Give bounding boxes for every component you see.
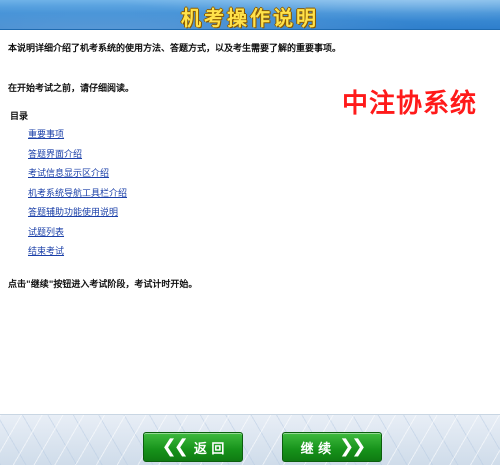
- page-title: 机考操作说明: [181, 6, 319, 30]
- toc-link-answer-interface[interactable]: 答题界面介绍: [28, 147, 127, 167]
- continue-note: 点击"继续"按钮进入考试阶段，考试计时开始。: [8, 280, 198, 290]
- bottom-toolbar: ❮❮ 返 回 继 续 ❯❯: [0, 415, 500, 465]
- intro-paragraph: 本说明详细介绍了机考系统的使用方法、答题方式，以及考生需要了解的重要事项。: [8, 44, 342, 54]
- back-button[interactable]: ❮❮ 返 回: [143, 432, 243, 462]
- toc-list: 重要事项 答题界面介绍 考试信息显示区介绍 机考系统导航工具栏介绍 答题辅助功能…: [28, 127, 127, 264]
- instruction-panel: 本说明详细介绍了机考系统的使用方法、答题方式，以及考生需要了解的重要事项。 在开…: [0, 31, 500, 415]
- read-note: 在开始考试之前，请仔细阅读。: [8, 84, 135, 94]
- toc-title: 目录: [10, 112, 29, 122]
- toc-link-exam-info[interactable]: 考试信息显示区介绍: [28, 166, 127, 186]
- toc-link-end-exam[interactable]: 结束考试: [28, 244, 127, 264]
- continue-button[interactable]: 继 续 ❯❯: [282, 432, 382, 462]
- continue-button-label: 继 续: [300, 441, 332, 457]
- toc-link-aids[interactable]: 答题辅助功能使用说明: [28, 205, 127, 225]
- double-chevron-right-icon: ❯❯: [339, 436, 366, 457]
- double-chevron-left-icon: ❮❮: [161, 436, 189, 457]
- toc-link-important[interactable]: 重要事项: [28, 127, 127, 147]
- title-bar: 机考操作说明: [0, 0, 500, 30]
- toc-link-question-list[interactable]: 试题列表: [28, 225, 127, 245]
- watermark-text: 中注协系统: [342, 89, 478, 119]
- toc-link-toolbar[interactable]: 机考系统导航工具栏介绍: [28, 186, 127, 206]
- back-button-label: 返 回: [193, 441, 225, 457]
